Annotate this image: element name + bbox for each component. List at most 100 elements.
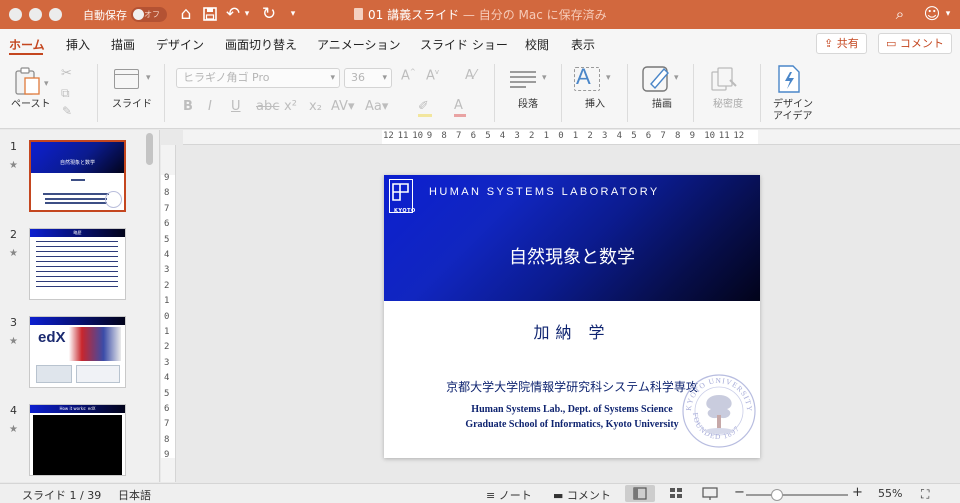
slide-position: スライド 1 / 39 xyxy=(22,489,102,502)
thumb-seal xyxy=(105,191,122,208)
ruler-tick-label: 5 xyxy=(485,131,491,141)
slide-thumbnail-1[interactable]: 自然現象と数学 xyxy=(29,140,126,212)
ruler-tick-label: 9 xyxy=(689,131,696,141)
comment-icon: ▭ xyxy=(886,37,900,50)
tab-animations[interactable]: アニメーション xyxy=(317,36,401,53)
thumb-screenshot xyxy=(76,365,120,383)
zoom-in-icon[interactable]: + xyxy=(852,485,863,500)
comments-label: コメント xyxy=(899,37,944,50)
normal-view-button[interactable] xyxy=(625,485,655,502)
tab-insert[interactable]: 挿入 xyxy=(66,36,90,53)
character-spacing-icon[interactable]: AV▾ xyxy=(331,99,354,114)
feedback-smiley-icon[interactable]: ☺ xyxy=(922,4,942,24)
font-size-value: 36 xyxy=(351,71,365,84)
tab-design[interactable]: デザイン xyxy=(156,36,204,53)
slide-sorter-view-button[interactable] xyxy=(661,485,691,502)
comments-button[interactable]: ▭ コメント xyxy=(878,33,952,54)
underline-icon[interactable]: U xyxy=(231,99,241,114)
autosave-label: 自動保存 xyxy=(83,9,127,22)
slide-thumbnail-4[interactable]: How it works: edX xyxy=(29,404,126,476)
thumbnail-title: 自然現象と数学 xyxy=(59,160,95,166)
zoom-level[interactable]: 55% xyxy=(878,487,902,500)
bold-icon[interactable]: B xyxy=(183,99,193,114)
paste-label: ペースト xyxy=(11,99,51,110)
minimize-window-button[interactable] xyxy=(29,8,42,21)
zoom-slider-knob[interactable] xyxy=(771,489,783,501)
document-icon xyxy=(354,8,363,20)
undo-icon[interactable]: ↶ xyxy=(224,4,242,24)
design-ideas-label: デザイン xyxy=(773,99,813,110)
ruler-tick-label: 5 xyxy=(164,234,170,245)
autosave-toggle[interactable]: オフ xyxy=(131,7,167,22)
copy-icon[interactable]: ⧉ xyxy=(61,86,70,101)
customize-toolbar-icon[interactable]: ▾ xyxy=(286,4,300,24)
slide-layout-line xyxy=(114,74,139,75)
chevron-down-icon[interactable]: ▾ xyxy=(943,4,953,24)
ruler-tick-label: 9 xyxy=(426,131,433,141)
toolbar-divider xyxy=(494,64,495,122)
home-icon[interactable]: ⌂ xyxy=(176,4,196,24)
insert-label: 挿入 xyxy=(585,99,605,110)
redo-icon[interactable]: ↻ xyxy=(259,4,279,24)
current-slide[interactable]: KYOTO HUMAN SYSTEMS LABORATORY 自然現象と数学 加… xyxy=(384,175,760,458)
ruler-tick-label: 5 xyxy=(631,131,637,141)
slide-thumbnail-3[interactable]: edX xyxy=(29,316,126,388)
ruler-tick-label: 10 xyxy=(412,131,424,141)
font-color-icon[interactable]: A xyxy=(454,98,466,117)
save-icon[interactable] xyxy=(200,4,220,24)
zoom-slider-track[interactable] xyxy=(746,494,848,496)
thumbnail-number: 3 xyxy=(10,316,17,329)
vertical-ruler: 9 8 7 6 5 4 3 2 1 0 1 2 3 4 5 6 7 8 9 xyxy=(161,145,176,482)
ruler-tick-label: 6 xyxy=(645,131,652,141)
superscript-icon[interactable]: x² xyxy=(284,99,297,114)
tab-home[interactable]: ホーム xyxy=(9,36,45,53)
star-icon: ★ xyxy=(9,248,18,259)
status-bar: スライド 1 / 39 日本語 ≡ ノート ▬ コメント − + 55% ⛶ xyxy=(0,483,960,503)
ruler-tick-label: 7 xyxy=(660,131,666,141)
thumbnail-scrollbar[interactable] xyxy=(146,133,153,165)
highlight-color-icon[interactable]: ✐ xyxy=(418,99,432,117)
lab-name: HUMAN SYSTEMS LABORATORY xyxy=(429,186,660,198)
subscript-icon[interactable]: x₂ xyxy=(309,99,322,114)
thumbnail-title: How it works: edX xyxy=(59,406,96,411)
slide-title: 自然現象と数学 xyxy=(509,247,635,268)
format-painter-icon[interactable]: ✎ xyxy=(62,104,72,118)
zoom-out-icon[interactable]: − xyxy=(734,485,745,500)
notes-button[interactable]: ≡ ノート xyxy=(486,487,532,503)
comments-status-button[interactable]: ▬ コメント xyxy=(553,487,611,503)
share-button[interactable]: ⇪ 共有 xyxy=(816,33,867,54)
ruler-tick-label: 3 xyxy=(164,265,170,276)
language-indicator[interactable]: 日本語 xyxy=(118,487,151,503)
thumb-screenshot xyxy=(36,365,72,383)
share-label: 共有 xyxy=(836,37,859,50)
thumb-header xyxy=(31,142,124,173)
zoom-window-button[interactable] xyxy=(49,8,62,21)
decrease-font-size-icon[interactable]: Av xyxy=(426,68,439,83)
clear-formatting-icon[interactable]: A⁄ xyxy=(465,68,476,83)
fit-to-window-icon[interactable]: ⛶ xyxy=(921,487,929,502)
font-size-dropdown[interactable]: 36 ▾ xyxy=(344,68,392,88)
tab-view[interactable]: 表示 xyxy=(571,36,595,53)
thumb-text-line xyxy=(45,198,107,200)
close-window-button[interactable] xyxy=(9,8,22,21)
ruler-tick-label: 9 xyxy=(164,450,170,461)
cut-icon[interactable]: ✂ xyxy=(61,66,72,81)
reading-view-button[interactable] xyxy=(695,485,725,502)
tab-review[interactable]: 校閲 xyxy=(525,36,549,53)
ruler-tick-label: 4 xyxy=(499,131,506,141)
toolbar-divider xyxy=(627,64,628,122)
thumbnail-title: 略歴 xyxy=(73,230,82,235)
strikethrough-icon[interactable]: abc xyxy=(256,99,279,114)
change-case-icon[interactable]: Aa▾ xyxy=(365,99,388,114)
tab-draw[interactable]: 描画 xyxy=(111,36,135,53)
chevron-down-icon[interactable]: ▾ xyxy=(242,4,252,24)
tab-slideshow[interactable]: スライド ショー xyxy=(420,36,508,53)
tab-transitions[interactable]: 画面切り替え xyxy=(225,36,297,53)
increase-font-size-icon[interactable]: A^ xyxy=(401,68,416,83)
search-icon[interactable]: ⌕ xyxy=(890,4,910,24)
ruler-tick-label: 2 xyxy=(164,280,170,291)
italic-icon[interactable]: I xyxy=(208,99,212,114)
font-name-dropdown[interactable]: ヒラギノ角ゴ Pro ▾ xyxy=(176,68,340,88)
slide-thumbnail-2[interactable]: 略歴 xyxy=(29,228,126,300)
ruler-tick-label: 7 xyxy=(456,131,462,141)
